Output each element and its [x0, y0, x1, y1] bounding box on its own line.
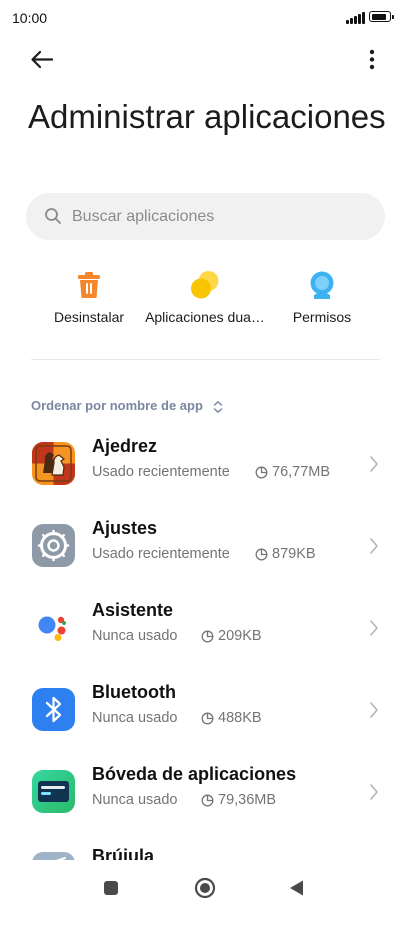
app-name: Bóveda de aplicaciones: [92, 764, 297, 784]
page-title: Administrar aplicaciones: [28, 98, 386, 135]
chevron-right-icon: [370, 538, 378, 554]
app-size: 488KB: [218, 710, 262, 726]
app-name: Ajustes: [92, 518, 158, 538]
app-row-asistente[interactable]: Asistente Nunca usado 209KB: [0, 600, 411, 688]
chess-icon: [32, 442, 75, 485]
app-size: 76,77MB: [272, 464, 331, 480]
app-status: Nunca usado: [92, 628, 178, 644]
chevron-right-icon: [370, 620, 378, 636]
assistant-icon: [32, 606, 75, 649]
arrow-left-icon: [31, 50, 54, 69]
app-row-ajedrez[interactable]: Ajedrez Usado recientemente 76,77MB: [0, 436, 411, 524]
chevron-right-icon: [370, 456, 378, 472]
app-size: 209KB: [218, 628, 262, 644]
search-input[interactable]: [72, 193, 372, 240]
sort-selector[interactable]: Ordenar por nombre de app: [31, 398, 223, 414]
trash-icon: [78, 272, 100, 298]
chevron-right-icon: [370, 702, 378, 718]
signal-icon: [346, 12, 366, 24]
app-name: Asistente: [92, 600, 174, 620]
app-status: Usado recientemente: [92, 546, 230, 562]
permissions-button[interactable]: Permisos: [257, 266, 387, 330]
nav-back-button[interactable]: [288, 879, 304, 897]
storage-icon: [255, 466, 268, 479]
storage-icon: [201, 712, 214, 725]
app-status: Nunca usado: [92, 792, 178, 808]
back-button[interactable]: [26, 44, 58, 76]
app-name: Bluetooth: [92, 682, 176, 702]
status-bar: 10:00: [0, 0, 411, 36]
app-status: Usado recientemente: [92, 464, 230, 480]
storage-icon: [201, 630, 214, 643]
sort-chevron-icon: [213, 400, 222, 413]
app-row-ajustes[interactable]: Ajustes Usado recientemente 879KB: [0, 518, 411, 606]
permissions-icon: [310, 271, 334, 299]
search-icon: [45, 208, 61, 224]
divider: [31, 359, 380, 360]
more-options-button[interactable]: [358, 44, 386, 76]
chevron-right-icon: [370, 784, 378, 800]
storage-icon: [255, 548, 268, 561]
battery-icon: [369, 11, 394, 22]
settings-gear-icon: [32, 524, 75, 567]
app-name: Ajedrez: [92, 436, 158, 456]
app-size: 879KB: [272, 546, 316, 562]
more-vertical-icon: [369, 49, 375, 70]
dual-apps-button[interactable]: Aplicaciones dua…: [140, 266, 270, 330]
app-row-bluetooth[interactable]: Bluetooth Nunca usado 488KB: [0, 682, 411, 770]
app-status: Nunca usado: [92, 710, 178, 726]
search-box[interactable]: [26, 193, 385, 240]
dual-apps-label: Aplicaciones dua…: [145, 309, 265, 325]
permissions-label: Permisos: [292, 309, 352, 325]
app-size: 79,36MB: [218, 792, 277, 808]
navigation-bar: [0, 860, 411, 914]
uninstall-button[interactable]: Desinstalar: [24, 266, 154, 330]
app-row-boveda[interactable]: Bóveda de aplicaciones Nunca usado 79,36…: [0, 764, 411, 852]
uninstall-label: Desinstalar: [53, 309, 125, 325]
recents-button[interactable]: [104, 881, 118, 895]
bluetooth-icon: [32, 688, 75, 731]
dual-apps-icon: [191, 271, 219, 299]
storage-icon: [201, 794, 214, 807]
sort-label: Ordenar por nombre de app: [31, 398, 203, 413]
home-button[interactable]: [194, 877, 216, 899]
app-vault-icon: [32, 770, 75, 813]
status-time: 10:00: [12, 10, 48, 26]
